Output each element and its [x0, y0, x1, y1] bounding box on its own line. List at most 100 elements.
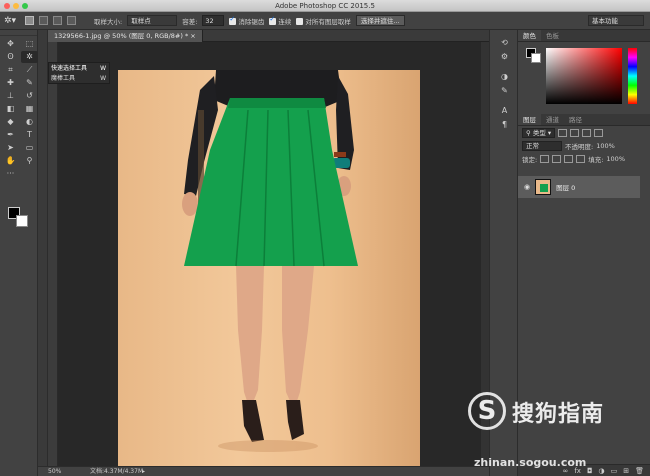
document-area: 1329566-1.jpg @ 50% (图层 0, RGB/8#) * ×	[48, 30, 489, 466]
fill-value[interactable]: 100%	[606, 155, 625, 163]
blur-tool[interactable]: ◆	[2, 116, 19, 128]
new-selection-icon[interactable]	[25, 16, 34, 25]
options-bar: ✲▾ 取样大小: 取样点 容差: 32 消除锯齿 连续 对所有图层取样 选择并遮…	[0, 12, 650, 30]
filter-pixel-icon[interactable]	[558, 128, 568, 137]
status-menu-arrow-icon[interactable]: ▸	[142, 467, 145, 476]
lasso-tool[interactable]: ʘ	[2, 51, 19, 63]
tab-layers[interactable]: 图层	[518, 114, 541, 125]
sample-all-layers-checkbox[interactable]: 对所有图层取样	[296, 16, 351, 26]
pen-tool[interactable]: ✒	[2, 129, 19, 141]
layers-panel-tabs: 图层 通道 路径	[518, 114, 650, 126]
select-and-mask-button[interactable]: 选择并遮住...	[355, 15, 405, 26]
close-window-button[interactable]	[4, 3, 10, 9]
magic-wand-tool[interactable]: ✲	[21, 51, 38, 63]
close-tab-icon[interactable]: ×	[190, 32, 195, 40]
zoom-tool[interactable]: ⚲	[21, 155, 38, 167]
anti-alias-checkbox[interactable]: 消除锯齿	[229, 15, 264, 26]
intersect-selection-icon[interactable]	[67, 16, 76, 25]
flyout-item-quick-selection[interactable]: 快速选择工具 W	[49, 64, 109, 74]
lock-label: 锁定:	[522, 155, 538, 164]
adjustments-icon[interactable]: ◑	[490, 70, 519, 84]
new-adjustment-icon[interactable]: ◑	[599, 465, 605, 476]
panel-background-swatch[interactable]	[531, 53, 541, 63]
color-swatches[interactable]	[8, 207, 30, 229]
image-canvas[interactable]	[118, 70, 420, 466]
window-title: Adobe Photoshop CC 2015.5	[275, 2, 375, 10]
eyedropper-tool[interactable]: ⟋	[21, 64, 38, 76]
paragraph-icon[interactable]: ¶	[490, 118, 519, 132]
color-spectrum[interactable]	[546, 48, 622, 104]
opacity-label: 不透明度:	[565, 142, 594, 151]
fill-label: 填充:	[588, 155, 604, 164]
delete-layer-icon[interactable]: 🗑	[635, 465, 644, 476]
type-tool[interactable]: T	[21, 129, 38, 141]
opacity-value[interactable]: 100%	[596, 142, 615, 150]
watermark-brand: 搜狗指南	[512, 402, 605, 427]
lock-all-icon[interactable]	[576, 154, 586, 163]
dodge-tool[interactable]: ◐	[21, 116, 38, 128]
lock-position-icon[interactable]	[564, 154, 574, 163]
visibility-eye-icon[interactable]: ◉	[524, 183, 530, 191]
watermark-url: zhinan.sogou.com	[474, 456, 587, 469]
checkbox-unchecked-icon	[296, 18, 304, 25]
blend-mode-select[interactable]: 正常	[522, 140, 562, 151]
history-icon[interactable]: ⟲	[490, 36, 519, 50]
vertical-ruler	[48, 42, 58, 466]
marquee-tool[interactable]: ⬚	[21, 38, 38, 50]
brush-tool[interactable]: ✎	[21, 77, 38, 89]
zoom-level[interactable]: 50%	[48, 467, 61, 476]
character-icon[interactable]: A	[490, 104, 519, 118]
add-mask-icon[interactable]: ◘	[587, 465, 593, 476]
edit-toolbar[interactable]	[21, 168, 38, 180]
sample-size-label: 取样大小:	[94, 17, 123, 26]
more-tools[interactable]: ···	[2, 168, 19, 180]
stamp-tool[interactable]: ⊥	[2, 90, 19, 102]
add-selection-icon[interactable]	[39, 16, 48, 25]
lock-image-icon[interactable]	[552, 154, 562, 163]
gradient-tool[interactable]: ▦	[21, 103, 38, 115]
healing-tool[interactable]: ✚	[2, 77, 19, 89]
hand-tool[interactable]: ✋	[2, 155, 19, 167]
hue-slider[interactable]	[628, 48, 637, 104]
layer-thumbnail	[535, 179, 552, 195]
new-group-icon[interactable]: ▭	[611, 465, 618, 476]
tolerance-label: 容差:	[182, 17, 198, 26]
minimize-window-button[interactable]	[13, 3, 19, 9]
path-select-tool[interactable]: ➤	[2, 142, 19, 154]
tool-grid: ✥ ⬚ ʘ ✲ ⌗ ⟋ ✚ ✎ ⊥ ↺ ◧ ▦ ◆ ◐ ✒ T ➤ ▭ ✋ ⚲ ···	[0, 36, 38, 182]
window-controls[interactable]	[4, 3, 28, 9]
layer-row[interactable]: ◉ 图层 0	[518, 176, 640, 198]
lock-transparent-icon[interactable]	[540, 154, 550, 163]
shape-tool[interactable]: ▭	[21, 142, 38, 154]
layer-filter-row: ⚲ 类型 ▾	[518, 126, 650, 139]
crop-tool[interactable]: ⌗	[2, 64, 19, 76]
tab-swatches[interactable]: 色板	[541, 30, 564, 41]
tolerance-input[interactable]: 32	[202, 15, 225, 26]
background-color-swatch[interactable]	[16, 215, 28, 227]
subtract-selection-icon[interactable]	[53, 16, 62, 25]
properties-icon[interactable]: ⚙	[490, 50, 519, 64]
brush-settings-icon[interactable]: ✎	[490, 84, 519, 98]
filter-type-icon[interactable]	[582, 128, 592, 137]
move-tool[interactable]: ✥	[2, 38, 19, 50]
history-brush-tool[interactable]: ↺	[21, 90, 38, 102]
filter-shape-icon[interactable]	[594, 128, 604, 137]
layer-filter-select[interactable]: ⚲ 类型 ▾	[522, 127, 556, 138]
magic-wand-preset-icon[interactable]: ✲▾	[4, 15, 20, 27]
color-panel	[518, 42, 650, 112]
left-panel-strip	[38, 30, 48, 476]
flyout-item-magic-wand[interactable]: 魔棒工具 W	[49, 74, 109, 84]
layer-name[interactable]: 图层 0	[556, 182, 575, 192]
tab-channels[interactable]: 通道	[541, 114, 564, 125]
document-tab[interactable]: 1329566-1.jpg @ 50% (图层 0, RGB/8#) * ×	[48, 30, 203, 42]
eraser-tool[interactable]: ◧	[2, 103, 19, 115]
tab-paths[interactable]: 路径	[564, 114, 587, 125]
document-tab-bar: 1329566-1.jpg @ 50% (图层 0, RGB/8#) * ×	[48, 30, 489, 42]
tab-color[interactable]: 颜色	[518, 30, 541, 41]
workspace-select[interactable]: 基本功能	[588, 15, 644, 26]
filter-adjustment-icon[interactable]	[570, 128, 580, 137]
zoom-window-button[interactable]	[22, 3, 28, 9]
sample-size-select[interactable]: 取样点	[127, 15, 178, 26]
new-layer-icon[interactable]: ⊞	[623, 465, 629, 476]
contiguous-checkbox[interactable]: 连续	[269, 15, 291, 26]
